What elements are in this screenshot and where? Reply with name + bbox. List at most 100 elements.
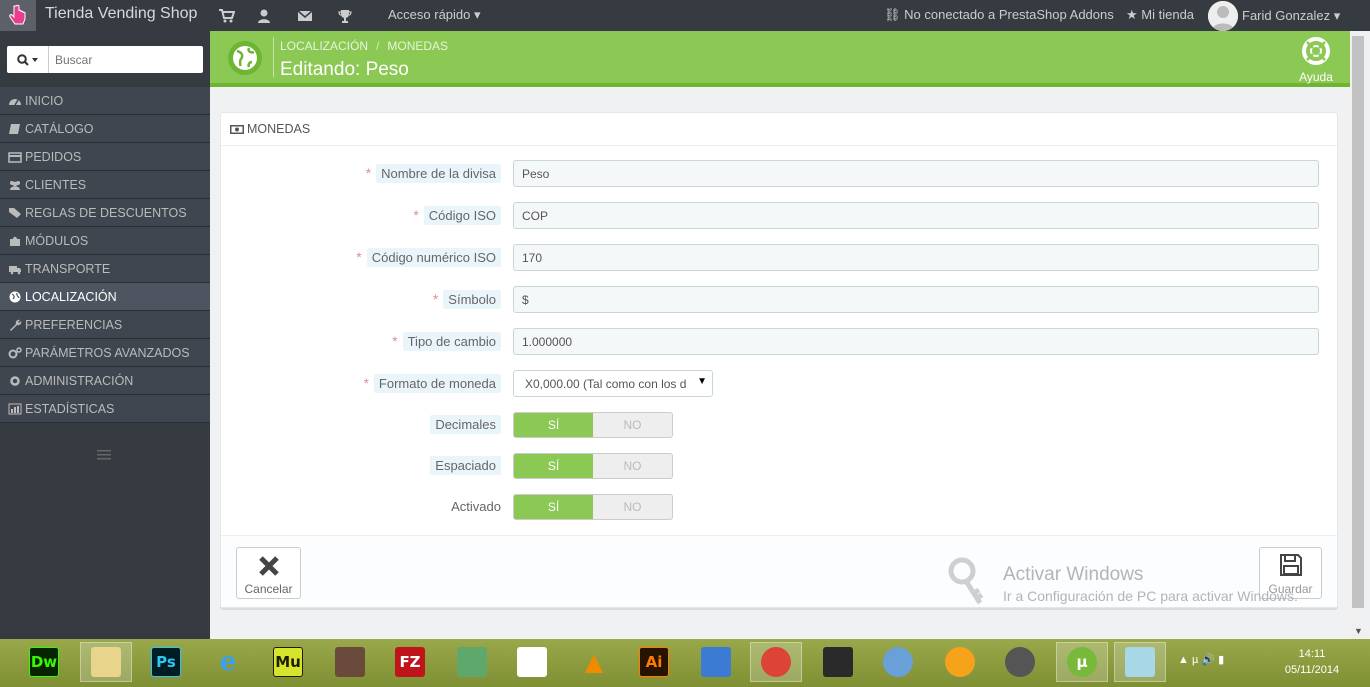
shop-name[interactable]: Tienda Vending Shop (45, 5, 197, 23)
taskbar-app-filezilla[interactable]: FZ (384, 642, 436, 682)
name-label[interactable]: Nombre de la divisa (376, 164, 501, 183)
tray-utorrent-icon[interactable]: µ (1192, 654, 1198, 666)
taskbar-app-photoshop[interactable]: Ps (140, 642, 192, 682)
decimals-switch[interactable]: SÍ NO (513, 412, 673, 438)
taskbar-app-explorer[interactable] (80, 642, 132, 682)
life-ring-icon (1302, 37, 1330, 65)
iso-num-label[interactable]: Código numérico ISO (366, 248, 501, 267)
switch-no[interactable]: NO (593, 413, 672, 437)
shopping-cart-icon[interactable] (217, 7, 235, 25)
taskbar-app-illustrator[interactable]: Ai (628, 642, 680, 682)
taskbar-app-maps[interactable] (446, 642, 498, 682)
page-title: Editando: Peso (280, 59, 409, 80)
taskbar-app-window[interactable] (1114, 642, 1166, 682)
taskbar-app-paint[interactable] (872, 642, 924, 682)
decimals-label[interactable]: Decimales (430, 415, 501, 434)
sidebar-item-label: MÓDULOS (25, 233, 89, 248)
currency-format-select[interactable]: X0,000.00 (Tal como con los d ▼ (513, 370, 713, 397)
rate-label[interactable]: Tipo de cambio (402, 332, 501, 351)
system-clock[interactable]: 14:11 05/11/2014 (1282, 646, 1342, 678)
sidebar-item-preferencias[interactable]: PREFERENCIAS (0, 311, 210, 339)
my-store-link[interactable]: ★ Mi tienda (1126, 7, 1194, 23)
help-label: Ayuda (1299, 70, 1333, 84)
sidebar-item-pedidos[interactable]: PEDIDOS (0, 143, 210, 171)
user-menu[interactable]: Farid Gonzalez ▾ (1242, 8, 1340, 24)
sidebar-item-transporte[interactable]: TRANSPORTE (0, 255, 210, 283)
system-tray[interactable]: ▲ µ 🔊 ▮ (1178, 653, 1224, 666)
truck-icon (9, 265, 21, 274)
clock-date: 05/11/2014 (1284, 664, 1340, 676)
users-icon (10, 180, 20, 190)
switch-yes[interactable]: SÍ (514, 413, 593, 437)
required-asterisk: * (413, 207, 419, 223)
quick-access-menu[interactable]: Acceso rápido ▾ (388, 7, 481, 23)
cancel-button[interactable]: Cancelar (236, 547, 301, 599)
spacing-switch[interactable]: SÍ NO (513, 453, 673, 479)
sidebar-item-modulos[interactable]: MÓDULOS (0, 227, 210, 255)
window-app-icon (1125, 647, 1155, 677)
taskbar-app-ccleaner[interactable] (690, 642, 742, 682)
taskbar-app-chrome[interactable] (750, 642, 802, 682)
sidebar-item-inicio[interactable]: INICIO (0, 87, 210, 115)
taskbar-app-grid[interactable] (506, 642, 558, 682)
help-button[interactable]: Ayuda (1296, 36, 1336, 84)
sidebar-item-administracion[interactable]: ADMINISTRACIÓN (0, 367, 210, 395)
breadcrumb-item[interactable]: LOCALIZACIÓN (280, 39, 368, 53)
prestashop-logo[interactable] (0, 0, 36, 31)
exchange-rate-input[interactable] (513, 328, 1319, 355)
search-options-button[interactable] (7, 46, 49, 73)
avatar[interactable] (1208, 1, 1238, 31)
volume-icon[interactable]: 🔊 (1201, 654, 1215, 666)
trophy-icon[interactable] (336, 7, 354, 25)
chrome-icon (761, 647, 791, 677)
switch-no[interactable]: NO (593, 495, 672, 519)
iso-code-input[interactable] (513, 202, 1319, 229)
sidebar-item-label: CLIENTES (25, 177, 87, 192)
format-label[interactable]: Formato de moneda (373, 374, 501, 393)
taskbar-app-utorrent[interactable]: µ (1056, 642, 1108, 682)
iso-numeric-input[interactable] (513, 244, 1319, 271)
sidebar-item-reglas-descuentos[interactable]: REGLAS DE DESCUENTOS (0, 199, 210, 227)
sidebar-item-clientes[interactable]: CLIENTES (0, 171, 210, 199)
sidebar-item-estadisticas[interactable]: ESTADÍSTICAS (0, 395, 210, 423)
switch-yes[interactable]: SÍ (514, 454, 593, 478)
internet-explorer-icon: e (219, 647, 237, 677)
collapse-menu-icon[interactable] (97, 450, 111, 460)
page-scrollbar[interactable]: ▼ (1350, 31, 1366, 639)
windows-activation-watermark: Activar Windows Ir a Configuración de PC… (948, 557, 1348, 607)
search-input[interactable] (55, 46, 200, 73)
taskbar-app-muse[interactable]: Mu (262, 642, 314, 682)
tray-expand-icon[interactable]: ▲ (1178, 654, 1189, 666)
user-icon[interactable] (255, 7, 273, 25)
symbol-input[interactable] (513, 286, 1319, 313)
iso-label[interactable]: Código ISO (423, 206, 501, 225)
sidebar-item-catalogo[interactable]: CATÁLOGO (0, 115, 210, 143)
scrollbar-thumb[interactable] (1352, 36, 1364, 608)
spacing-label[interactable]: Espaciado (430, 456, 501, 475)
taskbar-app-vlc[interactable]: ▲ (568, 642, 620, 682)
switch-no[interactable]: NO (593, 454, 672, 478)
taskbar-app-ie[interactable]: e (202, 642, 254, 682)
main-menu: INICIO CATÁLOGO PEDIDOS CLIENTES REGLAS … (0, 87, 210, 423)
currency-name-input[interactable] (513, 160, 1319, 187)
taskbar-app-dreamweaver[interactable]: Dw (18, 642, 70, 682)
switch-yes[interactable]: SÍ (514, 495, 593, 519)
taskbar-app-movie[interactable] (324, 642, 376, 682)
sidebar-item-label: TRANSPORTE (25, 261, 111, 276)
taskbar-app-metro[interactable] (994, 642, 1046, 682)
breadcrumb-item[interactable]: MONEDAS (387, 39, 448, 53)
taskbar-app-notepad[interactable] (812, 642, 864, 682)
addons-link[interactable]: ⛓ No conectado a PrestaShop Addons (884, 7, 1114, 23)
search-box (7, 46, 203, 73)
symbol-label[interactable]: Símbolo (443, 290, 501, 309)
envelope-icon[interactable] (296, 7, 314, 25)
top-bar: Tienda Vending Shop Acceso rápido ▾ ⛓ No… (0, 0, 1370, 31)
sidebar-item-parametros-avanzados[interactable]: PARÁMETROS AVANZADOS (0, 339, 210, 367)
scroll-down-arrow-icon[interactable]: ▼ (1354, 626, 1363, 636)
active-switch[interactable]: SÍ NO (513, 494, 673, 520)
required-asterisk: * (356, 249, 362, 265)
taskbar-app-orange[interactable] (934, 642, 986, 682)
battery-icon[interactable]: ▮ (1218, 654, 1224, 666)
map-icon (457, 647, 487, 677)
sidebar-item-localizacion[interactable]: LOCALIZACIÓN (0, 283, 210, 311)
